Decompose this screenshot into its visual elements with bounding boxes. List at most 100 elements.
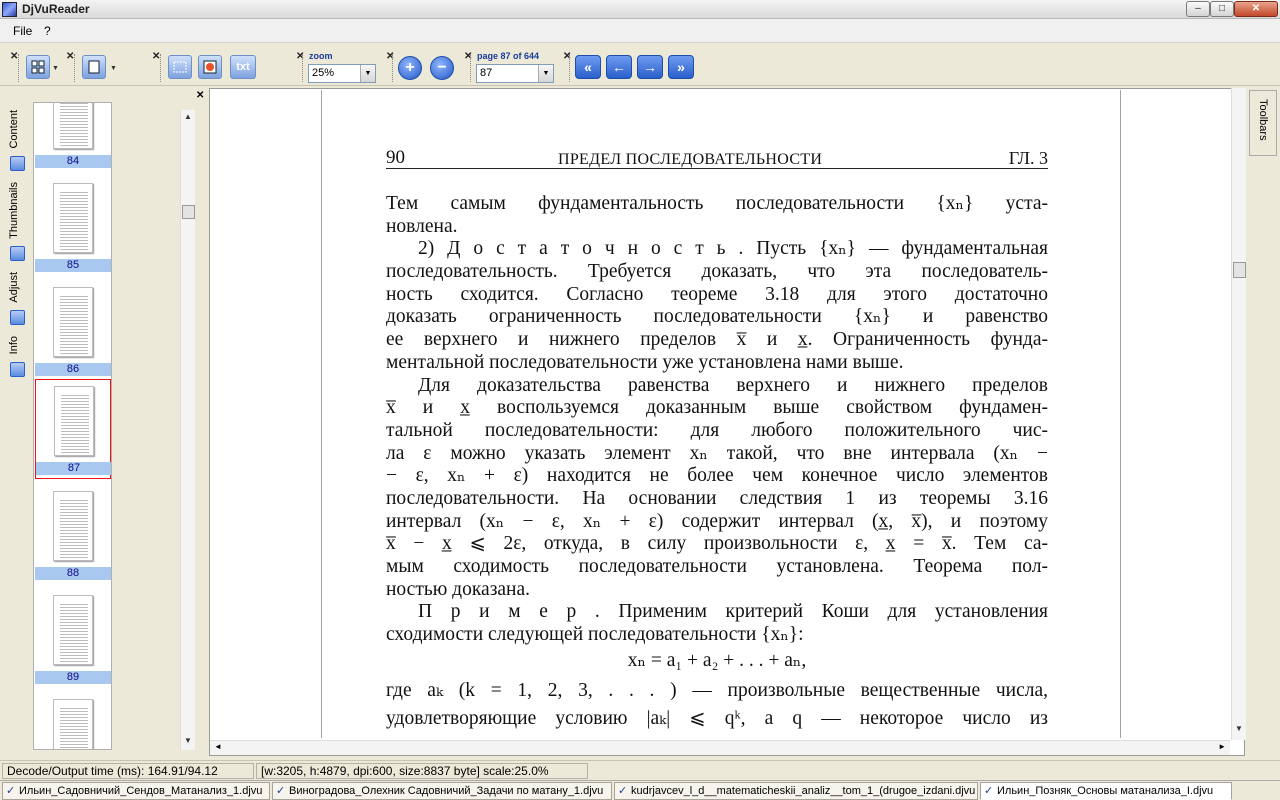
wrench-icon[interactable] bbox=[10, 310, 25, 325]
thumbnail-page[interactable]: 89 bbox=[35, 589, 111, 689]
tab-info[interactable]: Info bbox=[8, 336, 20, 354]
scrollbar-thumb[interactable] bbox=[182, 205, 195, 219]
first-page-button[interactable]: « bbox=[575, 55, 601, 79]
document-page: 90 ПРЕДЕЛ ПОСЛЕДОВАТЕЛЬНОСТИ ГЛ. 3 Тем с… bbox=[321, 90, 1121, 738]
toolbars-tab-label: Toolbars bbox=[1257, 99, 1269, 141]
window-title: DjVuReader bbox=[22, 2, 90, 16]
info-icon[interactable] bbox=[10, 362, 25, 377]
document-tab-active[interactable]: ✓ Ильин_Позняк_Основы матанализа_I.djvu bbox=[980, 782, 1232, 800]
toolbar: ✕ ▼ ✕ ▼ ✕ txt ✕ zoom 25% ▼ ✕ + − ✕ page … bbox=[0, 44, 1280, 86]
zoom-in-button[interactable]: + bbox=[398, 56, 422, 80]
thumbnail-page[interactable]: 85 bbox=[35, 177, 111, 277]
chevron-down-icon[interactable]: ▼ bbox=[360, 65, 375, 82]
thumbnail-label: 84 bbox=[35, 155, 111, 168]
toolbar-grip[interactable] bbox=[392, 54, 395, 82]
text-mode-button[interactable]: txt bbox=[230, 55, 256, 79]
toolbar-grip[interactable] bbox=[302, 54, 305, 82]
double-left-icon: « bbox=[584, 59, 592, 75]
title-bar: DjVuReader – □ ✕ bbox=[0, 0, 1280, 19]
toolbar-grip[interactable] bbox=[74, 54, 77, 82]
text-line: ее верхнего и нижнего пределов x̅ и x̲. … bbox=[386, 329, 1048, 351]
tab-label: kudrjavcev_l_d__matematicheskii_analiz__… bbox=[631, 785, 976, 797]
scroll-down-icon[interactable]: ▼ bbox=[1235, 724, 1243, 733]
thumbnail-list: 84 85 86 87 88 89 bbox=[33, 102, 112, 750]
thumbnail-page[interactable]: 86 bbox=[35, 281, 111, 381]
document-horizontal-scrollbar[interactable]: ◄ ► bbox=[210, 740, 1230, 755]
scroll-down-icon[interactable]: ▼ bbox=[184, 736, 192, 745]
page-layout-button[interactable] bbox=[82, 55, 106, 79]
decode-time: Decode/Output time (ms): 164.91/94.12 bbox=[2, 763, 254, 779]
view-mode-button[interactable] bbox=[26, 55, 50, 79]
text-line: где aₖ (k = 1, 2, 3, . . . ) — произволь… bbox=[386, 680, 1048, 702]
text-line: тальной последовательности: для любого п… bbox=[386, 419, 1048, 441]
zoom-out-button[interactable]: − bbox=[430, 56, 454, 80]
text-line: ностью доказана. bbox=[386, 578, 531, 600]
maximize-button[interactable]: □ bbox=[1210, 1, 1234, 17]
panel-close-icon[interactable]: ✕ bbox=[196, 90, 204, 101]
color-mode-button[interactable] bbox=[198, 55, 222, 79]
minimize-button[interactable]: – bbox=[1186, 1, 1210, 17]
text-line: ность сходится. Согласно теореме 3.18 дл… bbox=[386, 283, 1048, 305]
thumbnails-icon[interactable] bbox=[10, 246, 25, 261]
text-line: новлена. bbox=[386, 215, 458, 237]
toolbar-grip[interactable] bbox=[569, 54, 572, 82]
page-number: 90 bbox=[386, 147, 405, 168]
selection-icon bbox=[173, 61, 187, 73]
scrollbar-thumb[interactable] bbox=[1233, 262, 1246, 278]
prev-page-button[interactable]: ← bbox=[606, 55, 632, 79]
plus-icon: + bbox=[405, 59, 415, 76]
check-icon: ✓ bbox=[984, 785, 994, 797]
chevron-down-icon[interactable]: ▼ bbox=[52, 65, 59, 72]
thumbnail-label: 85 bbox=[35, 259, 111, 272]
text-line: ментальной последовательности уже устано… bbox=[386, 351, 904, 373]
menu-help[interactable]: ? bbox=[44, 24, 51, 38]
zoom-select[interactable]: 25% ▼ bbox=[308, 64, 376, 83]
chevron-down-icon[interactable]: ▼ bbox=[110, 65, 117, 72]
text-line: последовательность. Требуется доказать, … bbox=[386, 261, 1048, 283]
close-button[interactable]: ✕ bbox=[1234, 1, 1278, 17]
scroll-left-icon[interactable]: ◄ bbox=[214, 742, 222, 751]
toolbar-grip[interactable] bbox=[160, 54, 163, 82]
tab-label: Ильин_Позняк_Основы матанализа_I.djvu bbox=[997, 785, 1214, 797]
thumbnail-scrollbar[interactable]: ▲ ▼ bbox=[180, 110, 195, 750]
thumbnail-label: 88 bbox=[35, 567, 111, 580]
double-right-icon: » bbox=[677, 59, 685, 75]
app-icon bbox=[2, 2, 17, 17]
toolbar-grip[interactable] bbox=[470, 54, 473, 82]
tab-label: Виноградова_Олехник Садовничий_Задачи по… bbox=[289, 785, 604, 797]
arrow-left-icon: ← bbox=[612, 59, 626, 75]
text-line: интервал (xₙ − ε, xₙ + ε) содержит интер… bbox=[386, 510, 1048, 532]
page-select[interactable]: 87 ▼ bbox=[476, 64, 554, 83]
toolbars-tab[interactable]: Toolbars bbox=[1249, 90, 1277, 156]
text-line: ла ε можно указать элемент xₙ такой, что… bbox=[386, 442, 1048, 464]
tab-content[interactable]: Content bbox=[8, 110, 20, 149]
tab-adjust[interactable]: Adjust bbox=[8, 272, 20, 303]
text-line: мым сходимость последовательности устано… bbox=[386, 556, 1048, 577]
tab-thumbnails[interactable]: Thumbnails bbox=[8, 182, 20, 239]
check-icon: ✓ bbox=[6, 785, 16, 797]
thumbnail-page[interactable] bbox=[35, 693, 111, 749]
thumbnail-page[interactable]: 88 bbox=[35, 485, 111, 585]
thumbnail-page[interactable]: 84 bbox=[35, 103, 111, 173]
thumbnail-image bbox=[53, 699, 93, 749]
document-vertical-scrollbar[interactable]: ▼ bbox=[1231, 88, 1246, 740]
menu-file[interactable]: File bbox=[13, 24, 32, 38]
status-bar: Decode/Output time (ms): 164.91/94.12 [w… bbox=[0, 760, 1280, 792]
next-page-button[interactable]: → bbox=[637, 55, 663, 79]
scroll-right-icon[interactable]: ► bbox=[1218, 742, 1226, 751]
chevron-down-icon[interactable]: ▼ bbox=[538, 65, 553, 82]
content-icon[interactable] bbox=[10, 156, 25, 171]
last-page-button[interactable]: » bbox=[668, 55, 694, 79]
select-region-button[interactable] bbox=[168, 55, 192, 79]
thumbnail-label: 89 bbox=[35, 671, 111, 684]
scroll-up-icon[interactable]: ▲ bbox=[184, 112, 192, 121]
document-tab[interactable]: ✓ kudrjavcev_l_d__matematicheskii_analiz_… bbox=[614, 782, 978, 800]
toolbar-grip[interactable] bbox=[18, 54, 21, 82]
document-tab[interactable]: ✓ Ильин_Садовничий_Сендов_Матанализ_1.djv… bbox=[2, 782, 270, 800]
thumbnail-page-selected[interactable]: 87 bbox=[35, 379, 111, 479]
thumbnail-label: 87 bbox=[36, 462, 111, 475]
document-tab[interactable]: ✓ Виноградова_Олехник Садовничий_Задачи п… bbox=[272, 782, 612, 800]
page-count-label: page 87 of 644 bbox=[477, 51, 540, 61]
thumbnail-image bbox=[54, 386, 94, 456]
document-view[interactable]: 90 ПРЕДЕЛ ПОСЛЕДОВАТЕЛЬНОСТИ ГЛ. 3 Тем с… bbox=[209, 88, 1245, 756]
